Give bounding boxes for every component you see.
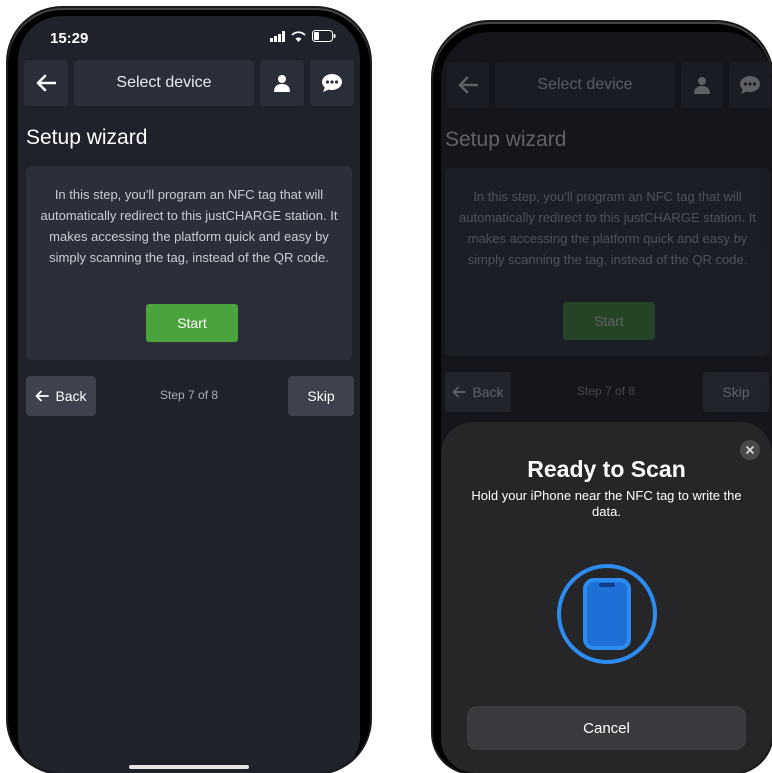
chat-button[interactable] bbox=[310, 60, 354, 106]
back-button[interactable]: Back bbox=[26, 376, 96, 416]
arrow-left-icon bbox=[458, 76, 478, 94]
setup-screen: 15:29 Select device Setup wizard In this… bbox=[18, 16, 360, 773]
start-button[interactable]: Start bbox=[146, 304, 238, 342]
profile-button[interactable] bbox=[260, 60, 304, 106]
close-icon bbox=[746, 446, 754, 454]
arrow-left-icon bbox=[36, 390, 50, 402]
ready-to-scan-sheet: Ready to Scan Hold your iPhone near the … bbox=[441, 422, 772, 773]
header-title: Select device bbox=[537, 76, 633, 93]
nfc-phone-icon bbox=[556, 564, 657, 664]
arrow-left-icon bbox=[453, 386, 467, 398]
sheet-title: Ready to Scan bbox=[527, 456, 686, 482]
phone-left: 15:29 Select device Setup wizard In this… bbox=[8, 8, 370, 773]
step-indicator: Step 7 of 8 bbox=[160, 388, 219, 402]
info-card: In this step, you'll program an NFC tag … bbox=[445, 168, 770, 356]
skip-button: Skip bbox=[703, 372, 769, 412]
skip-button[interactable]: Skip bbox=[288, 376, 354, 416]
header-title: Select device bbox=[116, 74, 212, 91]
info-text: In this step, you'll program an NFC tag … bbox=[459, 189, 756, 267]
page-title: Setup wizard bbox=[26, 126, 148, 149]
battery-icon bbox=[312, 30, 336, 42]
user-icon bbox=[694, 77, 710, 94]
top-bar: Select device bbox=[447, 62, 771, 108]
top-bar: Select device bbox=[24, 60, 354, 106]
status-icons bbox=[270, 30, 336, 42]
step-indicator: Step 7 of 8 bbox=[577, 384, 636, 398]
profile-button bbox=[681, 62, 723, 108]
phone-right: Select device Setup wizard In this step,… bbox=[433, 22, 772, 773]
wifi-icon bbox=[291, 30, 306, 42]
back-label: Back bbox=[55, 388, 87, 404]
select-device-button[interactable]: Select device bbox=[74, 60, 254, 106]
select-device-button: Select device bbox=[495, 62, 675, 108]
info-text: In this step, you'll program an NFC tag … bbox=[40, 187, 338, 265]
info-card: In this step, you'll program an NFC tag … bbox=[26, 166, 352, 360]
start-button: Start bbox=[563, 302, 655, 340]
status-time: 15:29 bbox=[50, 30, 89, 47]
back-label: Back bbox=[472, 384, 504, 400]
chat-icon bbox=[740, 76, 760, 94]
cancel-button[interactable]: Cancel bbox=[467, 706, 746, 750]
signal-icon bbox=[270, 30, 285, 42]
chat-icon bbox=[322, 74, 342, 92]
user-icon bbox=[274, 75, 290, 92]
sheet-message: Hold your iPhone near the NFC tag to wri… bbox=[471, 488, 742, 519]
home-indicator bbox=[129, 765, 249, 769]
nfc-scan-screen: Select device Setup wizard In this step,… bbox=[441, 32, 772, 773]
back-button: Back bbox=[445, 372, 511, 412]
back-arrow-button[interactable] bbox=[24, 60, 68, 106]
page-title: Setup wizard bbox=[445, 128, 567, 151]
status-bar: 15:29 bbox=[18, 16, 360, 56]
arrow-left-icon bbox=[36, 74, 56, 92]
back-arrow-button bbox=[447, 62, 489, 108]
chat-button bbox=[729, 62, 771, 108]
